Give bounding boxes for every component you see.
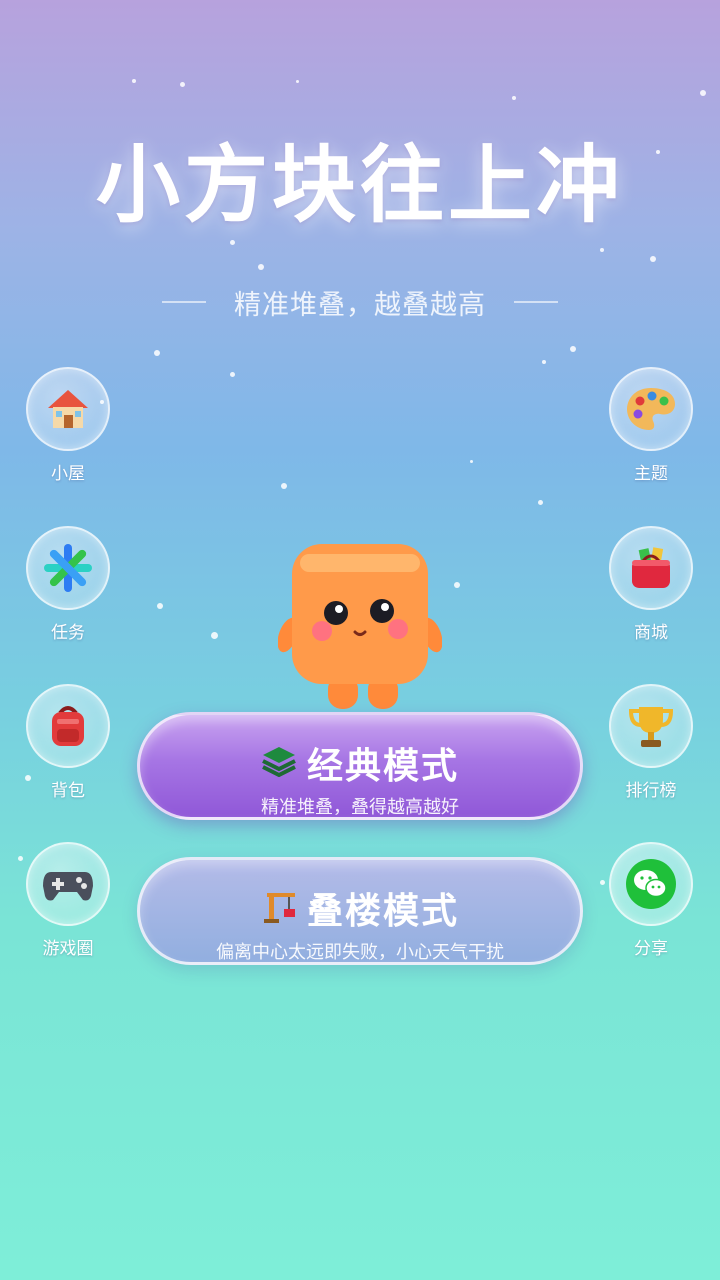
house-icon — [26, 367, 110, 451]
tower-mode-main: 叠楼模式 — [140, 882, 580, 934]
game-title: 小方块往上冲 — [95, 136, 624, 234]
side-button-shop[interactable]: 商城 — [606, 526, 696, 643]
crane-icon — [261, 889, 297, 927]
side-label-house: 小屋 — [51, 464, 85, 484]
classic-mode-desc: 精准堆叠，叠得越高越好 — [261, 797, 459, 818]
wechat-icon — [609, 842, 693, 926]
side-button-task[interactable]: 任务 — [23, 526, 113, 643]
mascot-cube-character — [278, 544, 442, 709]
layers-icon — [261, 745, 297, 781]
side-button-backpack[interactable]: 背包 — [23, 684, 113, 801]
subtitle-left-line — [162, 301, 206, 303]
side-label-task: 任务 — [51, 623, 85, 643]
subtitle-row: 精准堆叠，越叠越高 — [0, 282, 720, 322]
side-button-house[interactable]: 小屋 — [23, 367, 113, 484]
side-button-game-circle[interactable]: 游戏圈 — [23, 842, 113, 959]
side-button-share[interactable]: 分享 — [606, 842, 696, 959]
gamepad-icon — [26, 842, 110, 926]
side-label-share: 分享 — [634, 939, 668, 959]
trophy-icon — [609, 684, 693, 768]
side-button-theme[interactable]: 主题 — [606, 367, 696, 484]
subtitle-right-line — [514, 301, 558, 303]
classic-mode-main: 经典模式 — [140, 737, 580, 789]
game-subtitle: 精准堆叠，越叠越高 — [234, 289, 486, 321]
classic-mode-button[interactable]: 经典模式 精准堆叠，叠得越高越好 — [137, 712, 583, 820]
side-button-leaderboard[interactable]: 排行榜 — [606, 684, 696, 801]
shopping-bag-icon — [609, 526, 693, 610]
task-star-icon — [26, 526, 110, 610]
classic-mode-name: 经典模式 — [306, 746, 459, 787]
side-label-leaderboard: 排行榜 — [625, 781, 677, 801]
side-label-theme: 主题 — [634, 464, 668, 484]
side-label-game-circle: 游戏圈 — [42, 939, 94, 959]
side-label-shop: 商城 — [634, 623, 668, 643]
tower-mode-button[interactable]: 叠楼模式 偏离中心太远即失败，小心天气干扰 — [137, 857, 583, 965]
tower-mode-desc: 偏离中心太远即失败，小心天气干扰 — [216, 942, 504, 963]
side-label-backpack: 背包 — [51, 781, 85, 801]
palette-icon — [609, 367, 693, 451]
tower-mode-name: 叠楼模式 — [306, 891, 459, 932]
backpack-icon — [26, 684, 110, 768]
